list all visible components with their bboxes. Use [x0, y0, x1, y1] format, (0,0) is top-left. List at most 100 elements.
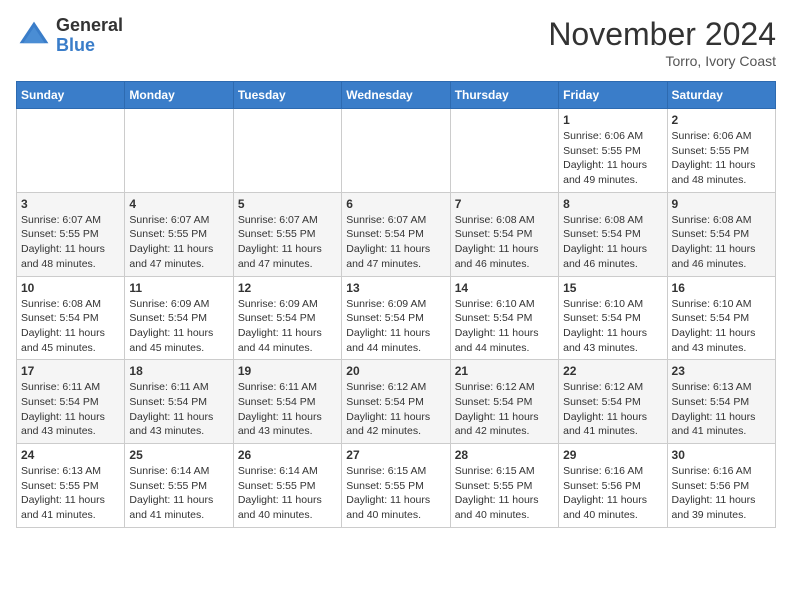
weekday-header: Saturday — [667, 82, 775, 109]
day-number: 4 — [129, 197, 228, 211]
calendar-cell: 17Sunrise: 6:11 AM Sunset: 5:54 PM Dayli… — [17, 360, 125, 444]
day-info: Sunrise: 6:10 AM Sunset: 5:54 PM Dayligh… — [672, 297, 771, 356]
calendar-cell: 25 Sunrise: 6:14 AM Sunset: 5:55 PM Dayli… — [125, 444, 233, 528]
month-title: November 2024 — [548, 16, 776, 53]
calendar-header: SundayMondayTuesdayWednesdayThursdayFrid… — [17, 82, 776, 109]
calendar-cell: 19 Sunrise: 6:11 AM Sunset: 5:54 PM Dayli… — [233, 360, 341, 444]
day-number: 22 — [563, 364, 662, 378]
day-info: Sunrise: 6:07 AM Sunset: 5:54 PM Dayligh… — [346, 213, 445, 272]
logo-blue: Blue — [56, 35, 95, 55]
calendar-cell — [17, 109, 125, 193]
calendar-cell — [233, 109, 341, 193]
day-number: 23 — [672, 364, 771, 378]
calendar-cell: 1 Sunrise: 6:06 AM Sunset: 5:55 PM Daylig… — [559, 109, 667, 193]
calendar-cell: 5 Sunrise: 6:07 AM Sunset: 5:55 PM Daylig… — [233, 192, 341, 276]
calendar-cell: 22 Sunrise: 6:12 AM Sunset: 5:54 PM Dayli… — [559, 360, 667, 444]
calendar-cell: 29 Sunrise: 6:16 AM Sunset: 5:56 PM Dayli… — [559, 444, 667, 528]
calendar-cell: 10Sunrise: 6:08 AM Sunset: 5:54 PM Dayli… — [17, 276, 125, 360]
day-number: 21 — [455, 364, 554, 378]
calendar-cell: 7 Sunrise: 6:08 AM Sunset: 5:54 PM Daylig… — [450, 192, 558, 276]
calendar-cell: 24 Sunrise: 6:13 AM Sunset: 5:55 PM Dayli… — [17, 444, 125, 528]
day-number: 18 — [129, 364, 228, 378]
day-number: 8 — [563, 197, 662, 211]
calendar-cell: 3 Sunrise: 6:07 AM Sunset: 5:55 PM Daylig… — [17, 192, 125, 276]
day-number: 2 — [672, 113, 771, 127]
weekday-header: Tuesday — [233, 82, 341, 109]
day-info: Sunrise: 6:11 AM Sunset: 5:54 PM Dayligh… — [129, 380, 228, 439]
day-info: Sunrise: 6:14 AM Sunset: 5:55 PM Dayligh… — [238, 464, 337, 523]
day-info: Sunrise: 6:08 AM Sunset: 5:54 PM Dayligh… — [563, 213, 662, 272]
weekday-header: Friday — [559, 82, 667, 109]
logo-general: General — [56, 15, 123, 35]
calendar-cell: 28 Sunrise: 6:15 AM Sunset: 5:55 PM Dayli… — [450, 444, 558, 528]
day-number: 26 — [238, 448, 337, 462]
weekday-header: Wednesday — [342, 82, 450, 109]
calendar-cell: 13 Sunrise: 6:09 AM Sunset: 5:54 PM Dayli… — [342, 276, 450, 360]
calendar-cell: 18 Sunrise: 6:11 AM Sunset: 5:54 PM Dayli… — [125, 360, 233, 444]
day-number: 11 — [129, 281, 228, 295]
calendar-cell: 15 Sunrise: 6:10 AM Sunset: 5:54 PM Dayli… — [559, 276, 667, 360]
day-info: Sunrise: 6:14 AM Sunset: 5:55 PM Dayligh… — [129, 464, 228, 523]
day-info: Sunrise: 6:07 AM Sunset: 5:55 PM Dayligh… — [21, 213, 120, 272]
day-number: 1 — [563, 113, 662, 127]
day-info: Sunrise: 6:12 AM Sunset: 5:54 PM Dayligh… — [455, 380, 554, 439]
day-number: 7 — [455, 197, 554, 211]
calendar-cell: 27Sunrise: 6:15 AM Sunset: 5:55 PM Dayli… — [342, 444, 450, 528]
day-number: 16 — [672, 281, 771, 295]
day-info: Sunrise: 6:12 AM Sunset: 5:54 PM Dayligh… — [563, 380, 662, 439]
day-info: Sunrise: 6:16 AM Sunset: 5:56 PM Dayligh… — [563, 464, 662, 523]
day-number: 24 — [21, 448, 120, 462]
day-info: Sunrise: 6:10 AM Sunset: 5:54 PM Dayligh… — [563, 297, 662, 356]
day-info: Sunrise: 6:08 AM Sunset: 5:54 PM Dayligh… — [21, 297, 120, 356]
day-number: 14 — [455, 281, 554, 295]
calendar-table: SundayMondayTuesdayWednesdayThursdayFrid… — [16, 81, 776, 528]
logo: General Blue — [16, 16, 123, 56]
weekday-header: Monday — [125, 82, 233, 109]
day-info: Sunrise: 6:15 AM Sunset: 5:55 PM Dayligh… — [455, 464, 554, 523]
calendar-cell: 30Sunrise: 6:16 AM Sunset: 5:56 PM Dayli… — [667, 444, 775, 528]
calendar-cell: 6 Sunrise: 6:07 AM Sunset: 5:54 PM Daylig… — [342, 192, 450, 276]
calendar-cell — [450, 109, 558, 193]
calendar-cell: 26 Sunrise: 6:14 AM Sunset: 5:55 PM Dayli… — [233, 444, 341, 528]
day-info: Sunrise: 6:09 AM Sunset: 5:54 PM Dayligh… — [238, 297, 337, 356]
day-info: Sunrise: 6:11 AM Sunset: 5:54 PM Dayligh… — [21, 380, 120, 439]
day-number: 29 — [563, 448, 662, 462]
day-number: 20 — [346, 364, 445, 378]
day-number: 13 — [346, 281, 445, 295]
calendar-cell: 9Sunrise: 6:08 AM Sunset: 5:54 PM Daylig… — [667, 192, 775, 276]
day-info: Sunrise: 6:06 AM Sunset: 5:55 PM Dayligh… — [563, 129, 662, 188]
day-number: 3 — [21, 197, 120, 211]
weekday-header: Sunday — [17, 82, 125, 109]
day-number: 9 — [672, 197, 771, 211]
calendar-cell — [125, 109, 233, 193]
day-number: 30 — [672, 448, 771, 462]
calendar-cell: 16 Sunrise: 6:10 AM Sunset: 5:54 PM Dayli… — [667, 276, 775, 360]
calendar-cell: 4 Sunrise: 6:07 AM Sunset: 5:55 PM Daylig… — [125, 192, 233, 276]
weekday-header: Thursday — [450, 82, 558, 109]
day-number: 6 — [346, 197, 445, 211]
day-number: 28 — [455, 448, 554, 462]
day-info: Sunrise: 6:15 AM Sunset: 5:55 PM Dayligh… — [346, 464, 445, 523]
day-info: Sunrise: 6:07 AM Sunset: 5:55 PM Dayligh… — [238, 213, 337, 272]
day-number: 5 — [238, 197, 337, 211]
calendar-cell: 14 Sunrise: 6:10 AM Sunset: 5:54 PM Dayli… — [450, 276, 558, 360]
day-number: 25 — [129, 448, 228, 462]
calendar-cell: 20 Sunrise: 6:12 AM Sunset: 5:54 PM Dayli… — [342, 360, 450, 444]
day-info: Sunrise: 6:13 AM Sunset: 5:55 PM Dayligh… — [21, 464, 120, 523]
logo-text: General Blue — [56, 16, 123, 56]
day-info: Sunrise: 6:11 AM Sunset: 5:54 PM Dayligh… — [238, 380, 337, 439]
day-info: Sunrise: 6:12 AM Sunset: 5:54 PM Dayligh… — [346, 380, 445, 439]
day-info: Sunrise: 6:09 AM Sunset: 5:54 PM Dayligh… — [129, 297, 228, 356]
calendar-cell: 21 Sunrise: 6:12 AM Sunset: 5:54 PM Dayli… — [450, 360, 558, 444]
day-number: 19 — [238, 364, 337, 378]
day-number: 15 — [563, 281, 662, 295]
day-info: Sunrise: 6:08 AM Sunset: 5:54 PM Dayligh… — [455, 213, 554, 272]
day-number: 12 — [238, 281, 337, 295]
page-header: General Blue November 2024 Torro, Ivory … — [16, 16, 776, 69]
calendar-cell: 8 Sunrise: 6:08 AM Sunset: 5:54 PM Daylig… — [559, 192, 667, 276]
day-info: Sunrise: 6:07 AM Sunset: 5:55 PM Dayligh… — [129, 213, 228, 272]
day-info: Sunrise: 6:09 AM Sunset: 5:54 PM Dayligh… — [346, 297, 445, 356]
day-info: Sunrise: 6:10 AM Sunset: 5:54 PM Dayligh… — [455, 297, 554, 356]
location: Torro, Ivory Coast — [548, 53, 776, 69]
calendar-cell: 11 Sunrise: 6:09 AM Sunset: 5:54 PM Dayli… — [125, 276, 233, 360]
